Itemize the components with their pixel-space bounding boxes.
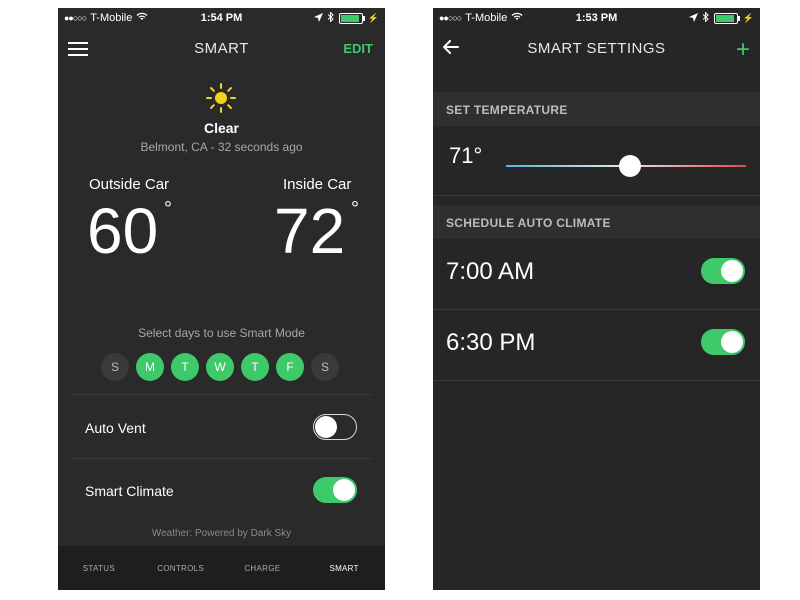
toggle-knob [333,479,355,501]
day-sunday[interactable]: S [101,353,129,381]
tab-controls[interactable]: CONTROLS [140,546,222,590]
page-title: SMART SETTINGS [527,40,666,57]
schedule-time: 7:00 AM [446,258,535,285]
section-header-label: SET TEMPERATURE [446,103,568,117]
battery-icon [713,13,740,24]
charging-icon: ⚡ [367,13,379,23]
day-friday[interactable]: F [276,353,304,381]
toggle-knob [721,260,743,282]
day-wednesday[interactable]: W [206,353,234,381]
set-temperature-value: 71° [449,143,483,168]
tab-smart[interactable]: SMART [303,546,385,590]
day-monday[interactable]: M [136,353,164,381]
auto-vent-label: Auto Vent [85,420,146,436]
battery-icon [338,13,365,24]
outside-degree-symbol: ° [164,198,172,220]
tab-charge[interactable]: CHARGE [222,546,304,590]
smart-climate-toggle[interactable] [313,477,357,503]
day-saturday[interactable]: S [311,353,339,381]
powered-by-label: Weather: Powered by Dark Sky [151,528,292,539]
inside-temp: 72 [274,195,346,267]
location-arrow-icon [313,12,323,25]
section-header-label: SCHEDULE AUTO CLIMATE [446,216,611,230]
inside-car-label: Inside Car [283,176,352,193]
toggle-knob [721,331,743,353]
location-arrow-icon [688,12,698,25]
tab-bar: STATUS CONTROLS CHARGE SMART [58,546,385,590]
weather-location: Belmont, CA - 32 seconds ago [140,140,303,154]
smart-climate-label: Smart Climate [85,483,174,499]
nav-bar: SMART EDIT [58,30,385,66]
outside-temp: 60 [87,195,159,267]
divider [72,458,371,459]
toggle-knob [315,416,337,438]
schedule-toggle-evening[interactable] [701,329,745,355]
schedule-toggle-morning[interactable] [701,258,745,284]
day-thursday[interactable]: T [241,353,269,381]
schedule-header: SCHEDULE AUTO CLIMATE [433,205,760,239]
auto-vent-toggle[interactable] [313,414,357,440]
nav-bar: SMART SETTINGS + [433,30,760,66]
temperature-slider-thumb[interactable] [619,155,641,177]
edit-button[interactable]: EDIT [343,41,373,56]
add-icon[interactable]: + [736,38,750,62]
schedule-time: 6:30 PM [446,329,536,356]
days-caption: Select days to use Smart Mode [138,326,305,340]
day-selector: S M T W T F S [101,353,339,381]
page-title: SMART [194,40,249,57]
sun-icon [206,83,236,118]
status-bar: ●●○○○ T-Mobile 1:54 PM ⚡ [58,8,385,28]
outside-car-label: Outside Car [89,176,170,193]
smart-settings-screen: ●●○○○ T-Mobile 1:53 PM ⚡ SMART SETTINGS … [433,8,760,590]
tab-status[interactable]: STATUS [58,546,140,590]
set-temperature-header: SET TEMPERATURE [433,92,760,126]
weather-condition: Clear [203,120,240,136]
charging-icon: ⚡ [742,13,754,23]
divider [72,394,371,395]
bluetooth-icon [702,11,709,25]
inside-degree-symbol: ° [351,198,359,220]
day-tuesday[interactable]: T [171,353,199,381]
smart-screen: ●●○○○ T-Mobile 1:54 PM ⚡ SMART EDIT Clea… [58,8,385,590]
bluetooth-icon [327,11,334,25]
status-bar: ●●○○○ T-Mobile 1:53 PM ⚡ [433,8,760,28]
